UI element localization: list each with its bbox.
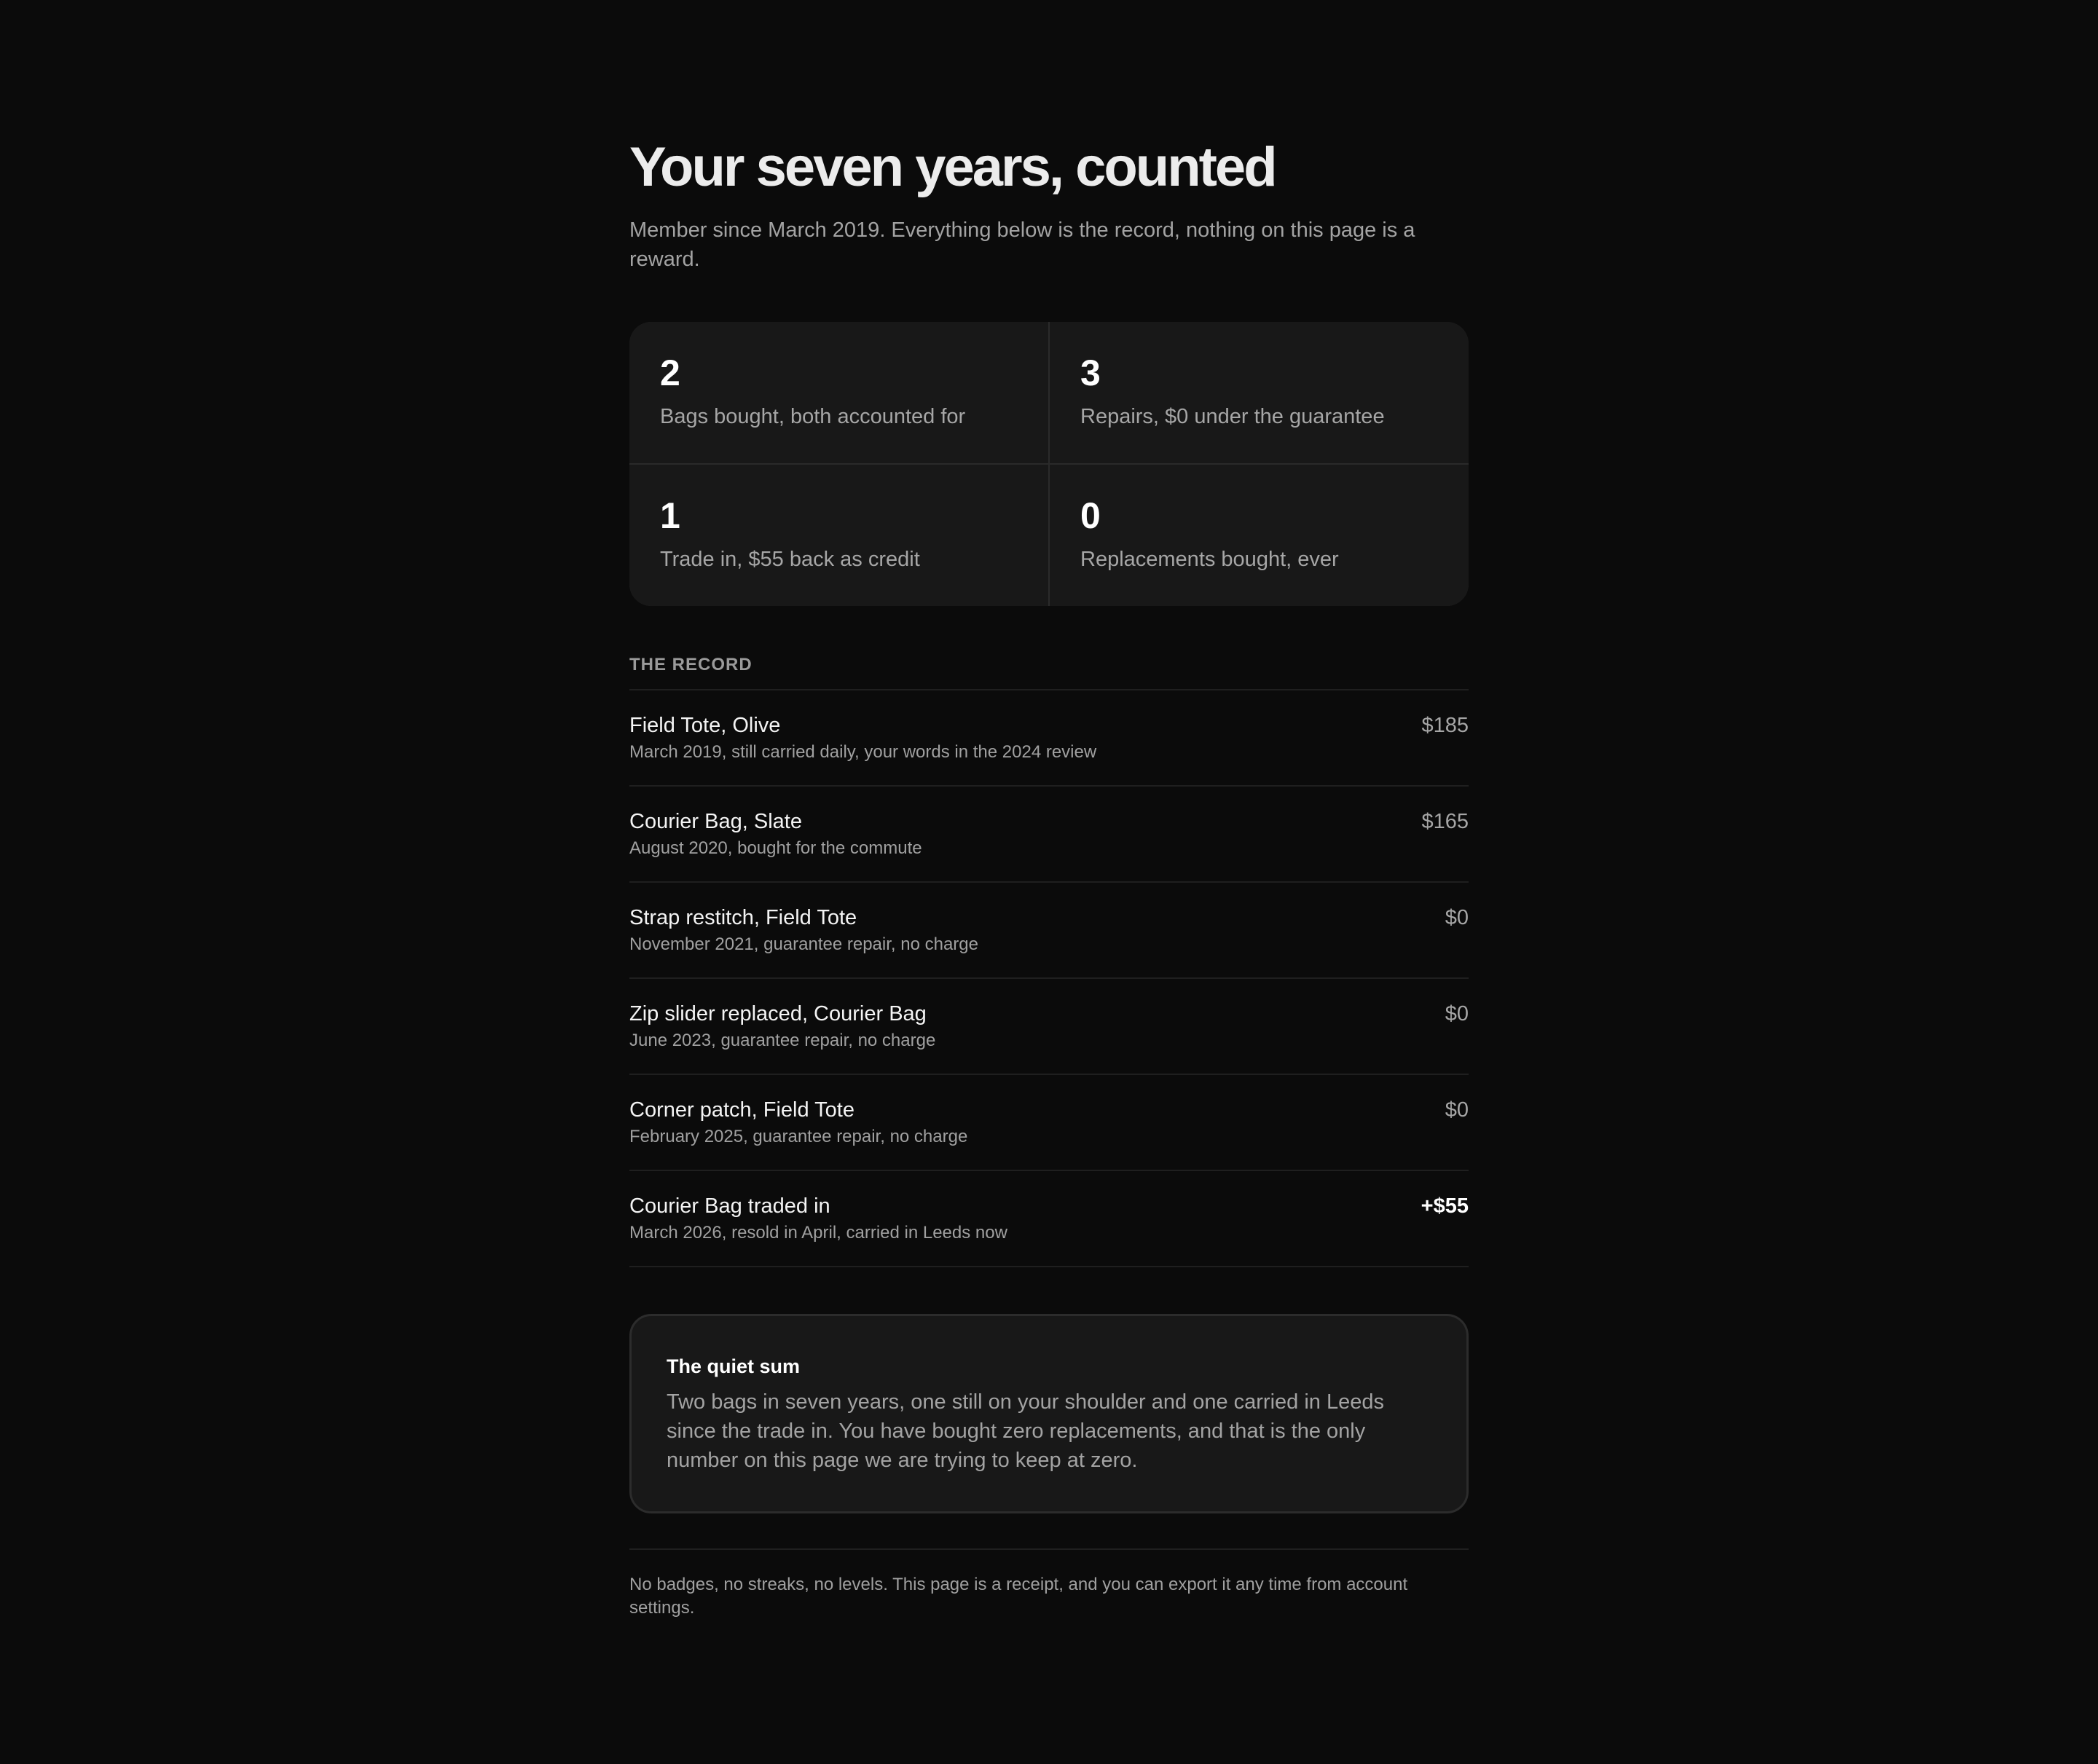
stat-repairs: 3 Repairs, $0 under the guarantee <box>1050 322 1469 463</box>
summary-title: The quiet sum <box>667 1355 801 1377</box>
record-text: Zip slider replaced, Courier Bag June 20… <box>629 1001 935 1052</box>
record-row: Strap restitch, Field Tote November 2021… <box>629 883 1469 979</box>
record-row: Courier Bag, Slate August 2020, bought f… <box>629 787 1469 883</box>
stat-label: Replacements bought, ever <box>1080 548 1339 571</box>
summary-body: Two bags in seven years, one still on yo… <box>667 1390 1384 1472</box>
footer-note: No badges, no streaks, no levels. This p… <box>629 1548 1469 1620</box>
stat-value: 3 <box>1080 353 1101 393</box>
stat-value: 2 <box>660 353 680 393</box>
stat-trade-in: 1 Trade in, $55 back as credit <box>629 465 1048 606</box>
record-detail: March 2026, resold in April, carried in … <box>629 1223 1007 1243</box>
record-title: Zip slider replaced, Courier Bag <box>629 1002 927 1025</box>
record-text: Strap restitch, Field Tote November 2021… <box>629 905 978 956</box>
record-detail: June 2023, guarantee repair, no charge <box>629 1031 936 1050</box>
record-amount: $0 <box>1445 906 1469 929</box>
page-title: Your seven years, counted <box>629 136 1278 198</box>
stat-value: 0 <box>1080 495 1101 536</box>
record-detail: November 2021, guarantee repair, no char… <box>629 934 978 954</box>
record-amount: $0 <box>1445 1098 1469 1122</box>
record-detail: March 2019, still carried daily, your wo… <box>629 742 1097 762</box>
record-row: Corner patch, Field Tote February 2025, … <box>629 1075 1469 1171</box>
record-text: Corner patch, Field Tote February 2025, … <box>629 1097 967 1148</box>
record-row: Field Tote, Olive March 2019, still carr… <box>629 690 1469 787</box>
stat-label: Bags bought, both accounted for <box>660 405 966 428</box>
record-title: Field Tote, Olive <box>629 714 781 737</box>
summary-card: The quiet sum Two bags in seven years, o… <box>629 1314 1469 1513</box>
stat-replacements: 0 Replacements bought, ever <box>1050 465 1469 606</box>
record-title: Corner patch, Field Tote <box>629 1098 854 1122</box>
record-title: Strap restitch, Field Tote <box>629 906 857 929</box>
record-amount: $185 <box>1421 714 1469 737</box>
record-row: Courier Bag traded in March 2026, resold… <box>629 1171 1469 1267</box>
record-amount-credit: +$55 <box>1421 1194 1469 1218</box>
record-detail: August 2020, bought for the commute <box>629 838 922 858</box>
stat-value: 1 <box>660 495 680 536</box>
stats-grid: 2 Bags bought, both accounted for 3 Repa… <box>629 322 1469 606</box>
record-title: Courier Bag, Slate <box>629 810 802 833</box>
record-text: Field Tote, Olive March 2019, still carr… <box>629 712 1096 763</box>
record-list: Field Tote, Olive March 2019, still carr… <box>629 690 1469 1267</box>
member-record-page: Your seven years, counted Member since M… <box>629 0 1469 1620</box>
record-heading: THE RECORD <box>629 654 1469 690</box>
record-text: Courier Bag, Slate August 2020, bought f… <box>629 808 922 859</box>
record-detail: February 2025, guarantee repair, no char… <box>629 1127 968 1146</box>
record-title: Courier Bag traded in <box>629 1194 830 1218</box>
record-amount: $0 <box>1445 1002 1469 1025</box>
page-subtitle: Member since March 2019. Everything belo… <box>629 218 1415 271</box>
record-row: Zip slider replaced, Courier Bag June 20… <box>629 979 1469 1075</box>
record-text: Courier Bag traded in March 2026, resold… <box>629 1193 1007 1244</box>
stat-bags-bought: 2 Bags bought, both accounted for <box>629 322 1048 463</box>
stat-label: Repairs, $0 under the guarantee <box>1080 405 1385 428</box>
stat-label: Trade in, $55 back as credit <box>660 548 920 571</box>
record-amount: $165 <box>1421 810 1469 833</box>
